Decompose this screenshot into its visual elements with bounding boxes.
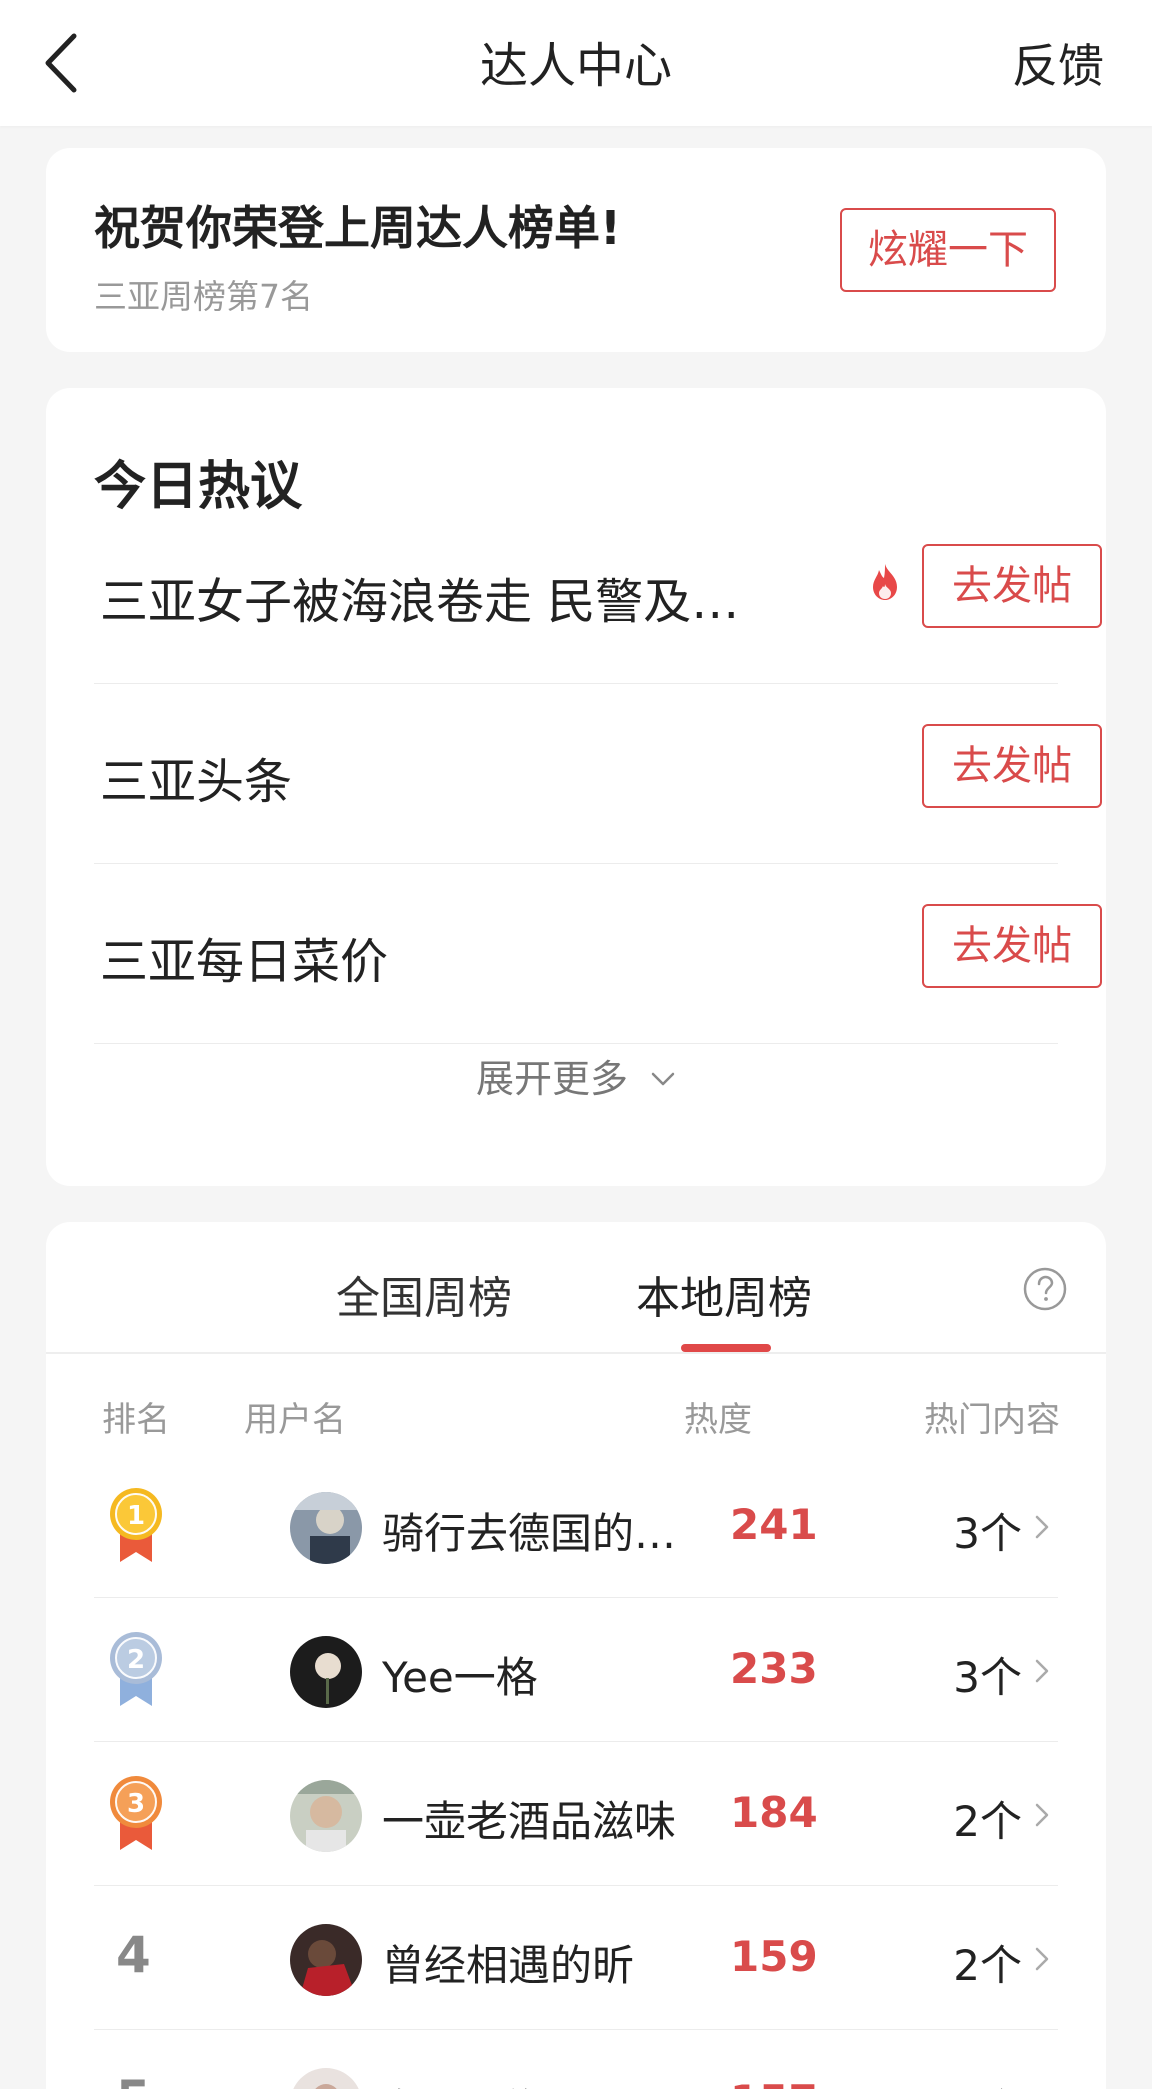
show-off-button[interactable]: 炫耀一下 bbox=[840, 208, 1056, 292]
svg-text:3: 3 bbox=[127, 1789, 145, 1819]
hot-topic-row[interactable]: 三亚女子被海浪卷走 民警及… 去发帖 bbox=[94, 504, 1102, 684]
table-row[interactable]: 1 骑行去德国的… 241 3个 bbox=[94, 1454, 1058, 1598]
username: 有1不说1 bbox=[382, 2076, 561, 2089]
avatar[interactable] bbox=[290, 2068, 362, 2089]
chevron-right-icon bbox=[1035, 1659, 1049, 1683]
hot-topic-label: 三亚女子被海浪卷走 民警及… bbox=[100, 574, 740, 630]
hot-content-count: 2个 bbox=[953, 1941, 1022, 1990]
svg-text:1: 1 bbox=[127, 1501, 145, 1531]
username: Yee一格 bbox=[382, 1653, 538, 1702]
silver-medal-icon: 2 bbox=[110, 1632, 162, 1706]
hot-topic-label: 三亚每日菜价 bbox=[100, 934, 389, 990]
feedback-button[interactable]: 反馈 bbox=[1012, 30, 1104, 96]
avatar[interactable] bbox=[290, 1780, 362, 1852]
chevron-right-icon bbox=[1035, 1515, 1049, 1539]
rank-info: 三亚周榜第7名 bbox=[94, 277, 313, 316]
rank-number: 4 bbox=[116, 1926, 151, 1984]
post-button[interactable]: 去发帖 bbox=[922, 904, 1102, 988]
heat-value: 241 bbox=[730, 1500, 818, 1549]
username: 一壶老酒品滋味 bbox=[382, 1797, 677, 1846]
nav-bar: 达人中心 反馈 bbox=[0, 0, 1152, 126]
table-row[interactable]: 2 Yee一格 233 3个 bbox=[94, 1598, 1058, 1742]
gold-medal-icon: 1 bbox=[110, 1488, 162, 1562]
active-tab-indicator bbox=[681, 1344, 771, 1352]
table-header: 排名 用户名 热度 热门内容 bbox=[46, 1392, 1106, 1442]
column-content: 热门内容 bbox=[924, 1400, 1060, 1440]
avatar[interactable] bbox=[290, 1636, 362, 1708]
username: 曾经相遇的昕 bbox=[382, 1941, 635, 1990]
hot-content-count: 3个 bbox=[953, 2076, 1022, 2089]
hot-content-count: 3个 bbox=[953, 1509, 1022, 1558]
column-heat: 热度 bbox=[684, 1400, 752, 1440]
column-rank: 排名 bbox=[102, 1400, 170, 1440]
hot-topics-card: 今日热议 三亚女子被海浪卷走 民警及… 去发帖 三亚头条 去发帖 三亚每日菜价 … bbox=[46, 388, 1106, 1186]
table-row[interactable]: 4 曾经相遇的昕 159 2个 bbox=[94, 1886, 1058, 2030]
tab-national-weekly[interactable]: 全国周榜 bbox=[336, 1262, 512, 1326]
avatar[interactable] bbox=[290, 1924, 362, 1996]
congrats-headline: 祝贺你荣登上周达人榜单! bbox=[94, 201, 621, 255]
help-icon[interactable] bbox=[1022, 1266, 1068, 1312]
hot-content-count: 2个 bbox=[953, 1797, 1022, 1846]
hot-content-count: 3个 bbox=[953, 1653, 1022, 1702]
bronze-medal-icon: 3 bbox=[110, 1776, 162, 1850]
divider bbox=[94, 1043, 1058, 1044]
page-title: 达人中心 bbox=[479, 38, 672, 94]
post-button[interactable]: 去发帖 bbox=[922, 724, 1102, 808]
leaderboard-card: 全国周榜 本地周榜 排名 用户名 热度 热门内容 1 骑行去德国的… 241 3… bbox=[46, 1222, 1106, 2089]
hot-topic-row[interactable]: 三亚头条 去发帖 bbox=[94, 684, 1102, 864]
column-user: 用户名 bbox=[244, 1400, 346, 1440]
chevron-down-icon bbox=[651, 1072, 675, 1085]
leaderboard-tabs: 全国周榜 本地周榜 bbox=[46, 1222, 1106, 1354]
congrats-card: 祝贺你荣登上周达人榜单! 三亚周榜第7名 炫耀一下 bbox=[46, 148, 1106, 352]
avatar[interactable] bbox=[290, 1492, 362, 1564]
rank-number: 5 bbox=[116, 2070, 151, 2089]
expand-more-label: 展开更多 bbox=[475, 1057, 628, 1101]
hot-topic-label: 三亚头条 bbox=[100, 754, 293, 810]
svg-text:2: 2 bbox=[127, 1645, 145, 1675]
heat-value: 159 bbox=[730, 1932, 818, 1981]
chevron-right-icon bbox=[1035, 1803, 1049, 1827]
heat-value: 184 bbox=[730, 1788, 818, 1837]
chevron-right-icon bbox=[1035, 1947, 1049, 1971]
heat-value: 157 bbox=[730, 2076, 818, 2089]
post-button[interactable]: 去发帖 bbox=[922, 544, 1102, 628]
fire-icon bbox=[873, 564, 897, 600]
tab-local-weekly[interactable]: 本地周榜 bbox=[636, 1262, 812, 1326]
hot-topic-row[interactable]: 三亚每日菜价 去发帖 bbox=[94, 864, 1102, 1044]
expand-more-button[interactable]: 展开更多 bbox=[46, 1048, 1106, 1103]
heat-value: 233 bbox=[730, 1644, 818, 1693]
table-row[interactable]: 3 一壶老酒品滋味 184 2个 bbox=[94, 1742, 1058, 1886]
username: 骑行去德国的… bbox=[382, 1509, 677, 1558]
table-row[interactable]: 5 有1不说1 157 3个 bbox=[94, 2030, 1058, 2089]
